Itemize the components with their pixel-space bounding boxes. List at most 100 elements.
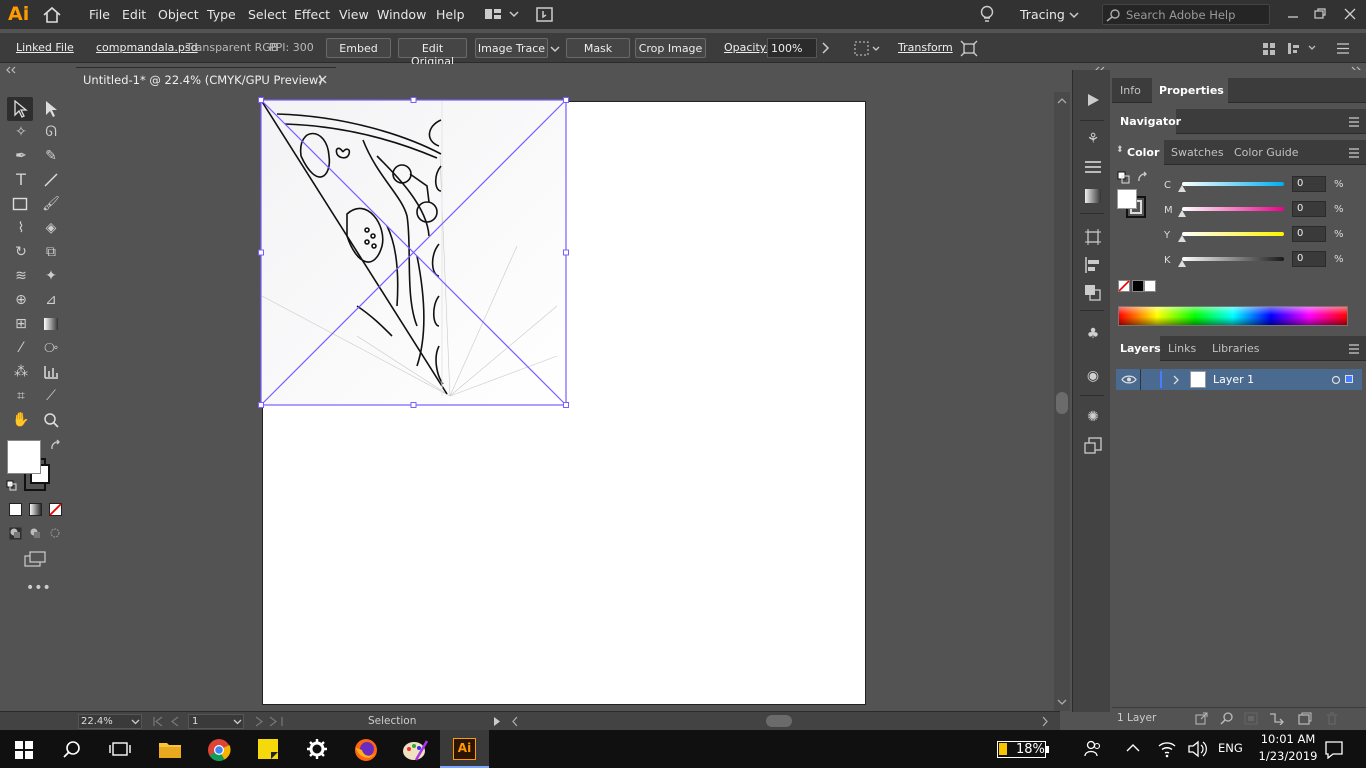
rectangle-tool-icon[interactable] [12,196,28,212]
taskbar-search-icon[interactable] [62,740,82,760]
zoom-dropdown-icon[interactable] [131,719,140,726]
color-panel-toggle-icon[interactable]: ⬍ [1116,145,1124,155]
scroll-down-icon[interactable] [1057,698,1067,706]
menu-window[interactable]: Window [377,7,426,22]
cmyk-slider-thumb-k[interactable] [1178,260,1186,267]
image-trace-button[interactable]: Image Trace [475,38,548,58]
create-sublayer-icon[interactable] [1269,712,1285,725]
menu-view[interactable]: View [339,7,369,22]
task-view-icon[interactable] [109,740,131,760]
cmyk-slider-thumb-m[interactable] [1178,210,1186,217]
restore-icon[interactable] [1313,7,1327,21]
next-last-artboard-icon[interactable] [252,716,286,727]
selection-tool-icon[interactable] [12,100,30,118]
draw-behind-icon[interactable] [29,527,42,540]
selection-bounding-box[interactable] [255,94,575,414]
scroll-left-icon[interactable] [510,716,520,727]
scroll-right-icon[interactable] [1040,716,1050,727]
crop-image-button[interactable]: Crop Image [635,38,706,58]
hand-tool-icon[interactable]: ✋ [11,410,31,430]
control-menu-icon[interactable] [1336,42,1350,55]
pen-tool-icon[interactable]: ✒ [11,146,31,166]
shaper-tool-icon[interactable]: ⌇ [11,218,31,238]
tab-links[interactable]: Links [1168,342,1196,355]
paint-app-icon[interactable] [402,738,428,762]
width-tool-icon[interactable]: ≋ [11,266,31,286]
menu-effect[interactable]: Effect [294,7,330,22]
none-mode-icon[interactable] [49,503,62,516]
menu-type[interactable]: Type [207,7,236,22]
screen-mode-icon[interactable] [24,551,48,567]
first-prev-artboard-icon[interactable] [152,716,186,727]
artboard-number-field[interactable]: 1 [188,714,244,729]
lightbulb-icon[interactable] [979,5,995,24]
perspective-grid-tool-icon[interactable]: ⊿ [41,290,61,310]
layer-selection-indicator[interactable] [1345,375,1353,383]
default-colors-icon[interactable] [1117,171,1131,185]
puppet-warp-tool-icon[interactable]: ✦ [41,266,61,286]
cmyk-value-c[interactable]: 0 [1292,176,1326,192]
close-tab-icon[interactable] [318,75,328,85]
firefox-icon[interactable] [354,738,378,762]
visibility-eye-icon[interactable] [1121,374,1137,385]
line-tool-icon[interactable] [43,172,59,188]
fill-swatch[interactable] [7,440,41,474]
horizontal-scroll-thumb[interactable] [766,715,792,727]
wifi-icon[interactable] [1158,740,1176,758]
zoom-field[interactable]: 22.4% [78,714,142,729]
image-trace-dropdown-icon[interactable] [550,46,560,54]
vertical-scroll-thumb[interactable] [1056,392,1068,414]
swap-fill-stroke-icon[interactable] [49,439,63,453]
draw-inside-icon[interactable] [49,527,62,540]
magic-wand-tool-icon[interactable]: ✧ [11,122,31,142]
stroke-panel-icon[interactable] [1084,160,1102,174]
artboards-panel-icon[interactable] [1084,437,1102,455]
artboard-tool-icon[interactable]: ⌗ [11,386,31,406]
tab-libraries[interactable]: Libraries [1212,342,1260,355]
action-center-icon[interactable] [1324,740,1344,759]
lasso-tool-icon[interactable]: ᘏ [41,122,61,142]
layer-row[interactable]: Layer 1 [1116,369,1362,390]
black-color-swatch[interactable] [1132,280,1144,292]
asset-export-icon[interactable]: ⚘ [1083,130,1103,148]
delete-layer-icon[interactable] [1325,712,1339,725]
draw-normal-icon[interactable] [9,527,22,540]
align-panel-icon[interactable] [1084,256,1102,274]
pathfinder-panel-icon[interactable] [1084,284,1102,302]
paintbrush-tool-icon[interactable]: 🖌 [41,194,61,214]
layers-menu-icon[interactable] [1348,344,1360,354]
file-explorer-icon[interactable] [158,739,182,759]
artboard-dropdown-icon[interactable] [233,719,242,726]
appearance-panel-icon[interactable]: ✺ [1083,408,1103,426]
tab-color[interactable]: Color [1127,146,1159,159]
input-language[interactable]: ENG [1218,741,1243,755]
close-icon[interactable] [1343,7,1357,21]
battery-icon[interactable]: 18% [997,741,1046,758]
more-tools-icon[interactable]: ••• [26,580,51,596]
menu-help[interactable]: Help [436,7,465,22]
align-icon[interactable] [854,41,882,56]
layer-target-icon[interactable] [1331,375,1341,385]
illustrator-taskbar-icon[interactable]: Ai [453,738,476,760]
default-fill-stroke-icon[interactable] [6,480,18,492]
show-hidden-icons-chevron[interactable] [1126,743,1140,753]
isolate-icon[interactable] [960,40,978,57]
menu-select[interactable]: Select [248,7,287,22]
zoom-tool-icon[interactable] [43,412,59,428]
arrange-icon[interactable] [1262,42,1276,55]
tab-swatches[interactable]: Swatches [1171,146,1224,159]
tab-layers[interactable]: Layers [1120,342,1161,355]
cmyk-value-y[interactable]: 0 [1292,226,1326,242]
gpu-performance-icon[interactable] [535,6,555,23]
clock-time[interactable]: 10:01 AM [1259,732,1317,746]
gradient-mode-icon[interactable] [29,503,42,516]
menu-file[interactable]: File [89,7,110,22]
edit-original-button[interactable]: Edit Original [398,38,467,68]
collect-export-icon[interactable] [1195,712,1209,725]
collapse-left-icon[interactable] [5,66,17,74]
make-clipping-mask-icon[interactable] [1244,712,1258,725]
locate-object-icon[interactable] [1220,712,1234,725]
tab-color-guide[interactable]: Color Guide [1234,146,1299,159]
scroll-up-icon[interactable] [1057,97,1067,105]
workspace-switcher[interactable]: Tracing [1020,7,1065,22]
